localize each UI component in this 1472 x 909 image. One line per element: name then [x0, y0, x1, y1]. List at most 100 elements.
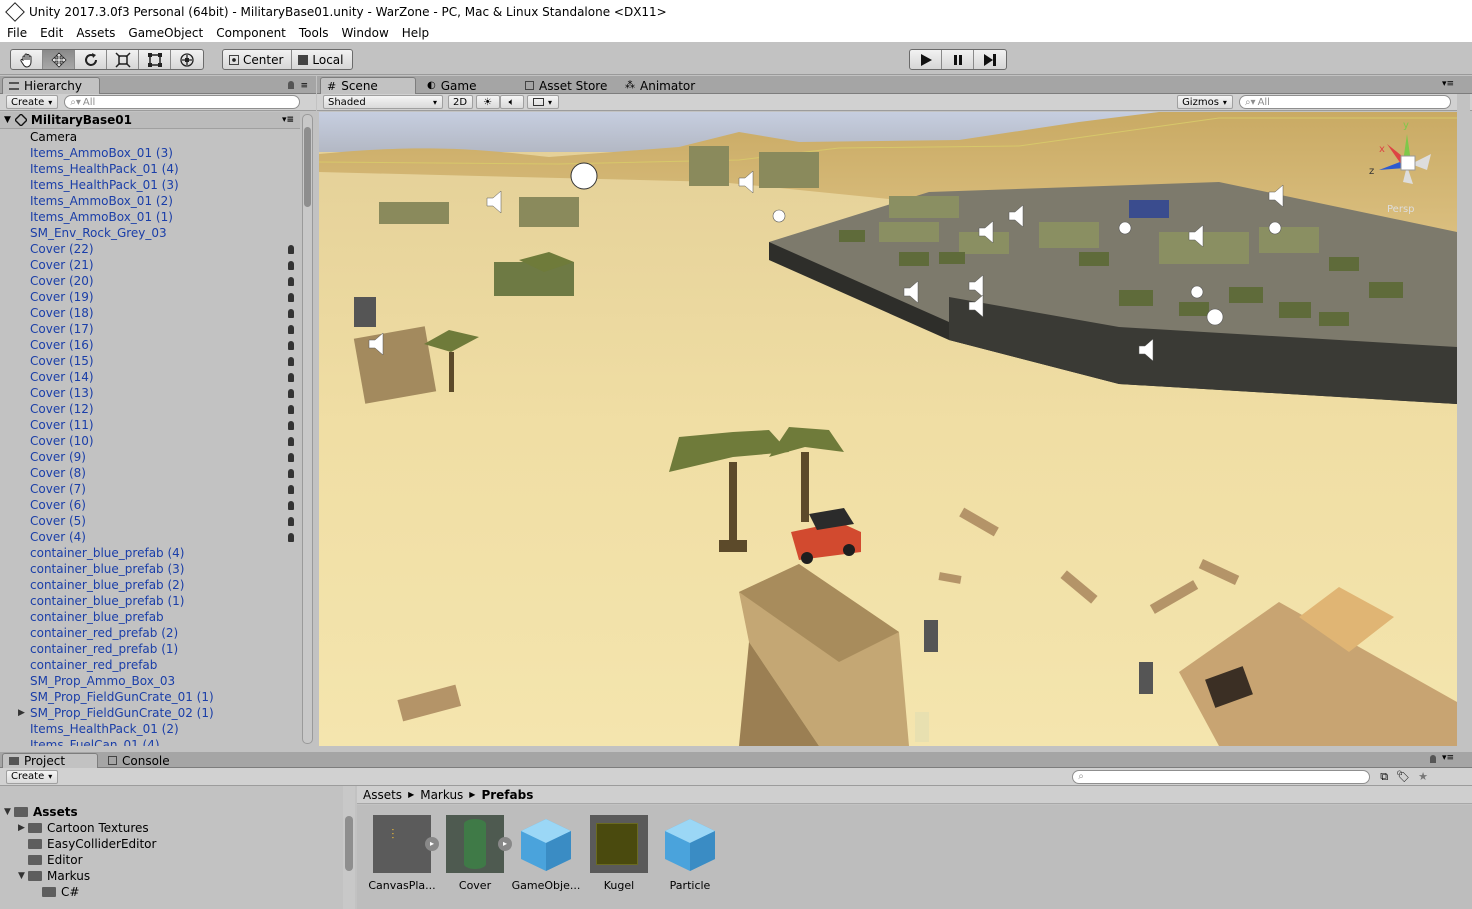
projection-label[interactable]: Persp — [1387, 204, 1415, 215]
hierarchy-item[interactable]: Cover (5) — [0, 513, 300, 529]
transform-tool-button[interactable] — [171, 50, 203, 69]
project-tree-scrollbar[interactable] — [343, 786, 355, 909]
lighting-toggle[interactable]: ☀ — [476, 95, 501, 109]
asset-particle[interactable]: Particle — [655, 815, 725, 892]
project-create-dropdown[interactable]: Create ▾ — [6, 769, 59, 784]
move-tool-button[interactable] — [43, 50, 75, 69]
hierarchy-item[interactable]: container_red_prefab — [0, 657, 300, 673]
rect-tool-button[interactable] — [139, 50, 171, 69]
breadcrumb-markus[interactable]: Markus — [420, 788, 463, 802]
expand-arrow-icon[interactable]: ▼ — [18, 871, 28, 881]
scene-search-input[interactable]: ⌕▾ All — [1238, 95, 1451, 109]
hierarchy-item[interactable]: container_blue_prefab — [0, 609, 300, 625]
asset-cover[interactable]: ▸ Cover — [440, 815, 512, 892]
hierarchy-scrollbar[interactable] — [302, 114, 313, 744]
tab-animator[interactable]: ⁂ Animator — [619, 77, 705, 94]
scene-menu-icon[interactable]: ▾≡ — [282, 115, 294, 125]
panel-menu-icon[interactable]: ▾≡ — [1442, 753, 1454, 763]
hierarchy-item[interactable]: Items_HealthPack_01 (4) — [0, 161, 300, 177]
filter-by-type-icon[interactable]: ⧉ — [1380, 770, 1388, 784]
tree-folder-item[interactable]: EasyColliderEditor — [0, 836, 342, 852]
hierarchy-item[interactable]: Cover (20) — [0, 273, 300, 289]
hierarchy-item[interactable]: container_blue_prefab (3) — [0, 561, 300, 577]
scale-tool-button[interactable] — [107, 50, 139, 69]
asset-kugel[interactable]: Kugel — [584, 815, 654, 892]
tree-folder-item[interactable]: Editor — [0, 852, 342, 868]
hierarchy-item[interactable]: container_blue_prefab (4) — [0, 545, 300, 561]
hierarchy-item[interactable]: Items_AmmoBox_01 (2) — [0, 193, 300, 209]
hierarchy-item[interactable]: Items_AmmoBox_01 (1) — [0, 209, 300, 225]
rotate-tool-button[interactable] — [75, 50, 107, 69]
toggle-2d-button[interactable]: 2D — [448, 95, 474, 109]
hierarchy-item[interactable]: Cover (17) — [0, 321, 300, 337]
gizmos-dropdown[interactable]: Gizmos ▾ — [1177, 95, 1233, 109]
hierarchy-item[interactable]: Cover (18) — [0, 305, 300, 321]
hierarchy-item[interactable]: container_blue_prefab (1) — [0, 593, 300, 609]
hierarchy-item[interactable]: Cover (21) — [0, 257, 300, 273]
expand-arrow-icon[interactable]: ▼ — [4, 807, 14, 817]
hierarchy-item[interactable]: Cover (11) — [0, 417, 300, 433]
hierarchy-item[interactable]: Items_AmmoBox_01 (3) — [0, 145, 300, 161]
tab-game[interactable]: ◐ Game — [421, 77, 486, 94]
hierarchy-item[interactable]: ▶ SM_Prop_FieldGunCrate_02 (1) — [0, 705, 300, 721]
menu-component[interactable]: Component — [215, 26, 292, 40]
menu-file[interactable]: File — [6, 26, 33, 40]
hierarchy-item[interactable]: Cover (15) — [0, 353, 300, 369]
tab-hierarchy[interactable]: Hierarchy — [2, 77, 100, 94]
hierarchy-item[interactable]: Cover (4) — [0, 529, 300, 545]
hierarchy-item[interactable]: Camera — [0, 129, 300, 145]
panel-menu-icon[interactable]: ≡ — [300, 81, 308, 91]
tab-console[interactable]: Console — [102, 753, 180, 768]
hierarchy-item[interactable]: Cover (6) — [0, 497, 300, 513]
expand-arrow-icon[interactable]: ▶ — [18, 708, 25, 718]
project-search-input[interactable]: ⌕ — [1072, 769, 1371, 784]
menu-gameobject[interactable]: GameObject — [127, 26, 209, 40]
menu-window[interactable]: Window — [340, 26, 394, 40]
panel-lock-icon[interactable] — [1430, 755, 1436, 763]
hierarchy-item[interactable]: SM_Prop_Ammo_Box_03 — [0, 673, 300, 689]
pivot-local-button[interactable]: Local — [292, 50, 351, 69]
asset-gameobject[interactable]: GameObje... — [511, 815, 581, 892]
tab-scene[interactable]: # Scene — [320, 77, 416, 94]
hierarchy-create-dropdown[interactable]: Create ▾ — [6, 95, 59, 109]
hierarchy-item[interactable]: Cover (12) — [0, 401, 300, 417]
menu-assets[interactable]: Assets — [75, 26, 121, 40]
scrollbar-thumb[interactable] — [345, 816, 353, 871]
scene-header[interactable]: ▼ MilitaryBase01 ▾≡ — [0, 112, 300, 129]
scrollbar-thumb[interactable] — [304, 127, 311, 207]
breadcrumb-prefabs[interactable]: Prefabs — [481, 788, 533, 802]
step-button[interactable] — [974, 50, 1006, 69]
hierarchy-item[interactable]: Items_HealthPack_01 (2) — [0, 721, 300, 737]
audio-toggle[interactable]: 🔈︎ — [500, 95, 525, 109]
hand-tool-button[interactable] — [11, 50, 43, 69]
hierarchy-item[interactable]: Cover (14) — [0, 369, 300, 385]
favorite-star-icon[interactable]: ★ — [1418, 770, 1428, 783]
hierarchy-item[interactable]: Cover (16) — [0, 337, 300, 353]
play-button[interactable] — [910, 50, 942, 69]
scene-render[interactable]: y x z Persp — [319, 112, 1457, 746]
shading-mode-dropdown[interactable]: Shaded ▾ — [323, 95, 443, 109]
hierarchy-item[interactable]: Items_FuelCan_01 (4) — [0, 737, 300, 746]
pivot-center-button[interactable]: Center — [223, 50, 293, 69]
hierarchy-item[interactable]: Cover (7) — [0, 481, 300, 497]
hierarchy-item[interactable]: container_red_prefab (1) — [0, 641, 300, 657]
hierarchy-search-input[interactable]: ⌕▾ All — [64, 95, 301, 109]
hierarchy-item[interactable]: SM_Env_Rock_Grey_03 — [0, 225, 300, 241]
hierarchy-item[interactable]: Cover (22) — [0, 241, 300, 257]
tab-asset-store[interactable]: Asset Store — [519, 77, 617, 94]
panel-menu-icon[interactable]: ▾≡ — [1442, 79, 1454, 89]
scene-viewport[interactable]: y x z Persp — [319, 112, 1457, 746]
hierarchy-item[interactable]: Cover (19) — [0, 289, 300, 305]
hierarchy-item[interactable]: Cover (9) — [0, 449, 300, 465]
menu-edit[interactable]: Edit — [39, 26, 69, 40]
tab-project[interactable]: Project — [2, 753, 98, 768]
hierarchy-item[interactable]: container_red_prefab (2) — [0, 625, 300, 641]
hierarchy-item[interactable]: Cover (8) — [0, 465, 300, 481]
menu-help[interactable]: Help — [401, 26, 435, 40]
tree-folder-item[interactable]: ▶ Cartoon Textures — [0, 820, 342, 836]
hierarchy-item[interactable]: container_blue_prefab (2) — [0, 577, 300, 593]
hierarchy-item[interactable]: Items_HealthPack_01 (3) — [0, 177, 300, 193]
tree-folder-item[interactable]: C# — [0, 884, 342, 900]
asset-canvasplayer[interactable]: ▸ ⫶ CanvasPla... — [367, 815, 439, 892]
expand-arrow-icon[interactable]: ▶ — [18, 823, 28, 833]
